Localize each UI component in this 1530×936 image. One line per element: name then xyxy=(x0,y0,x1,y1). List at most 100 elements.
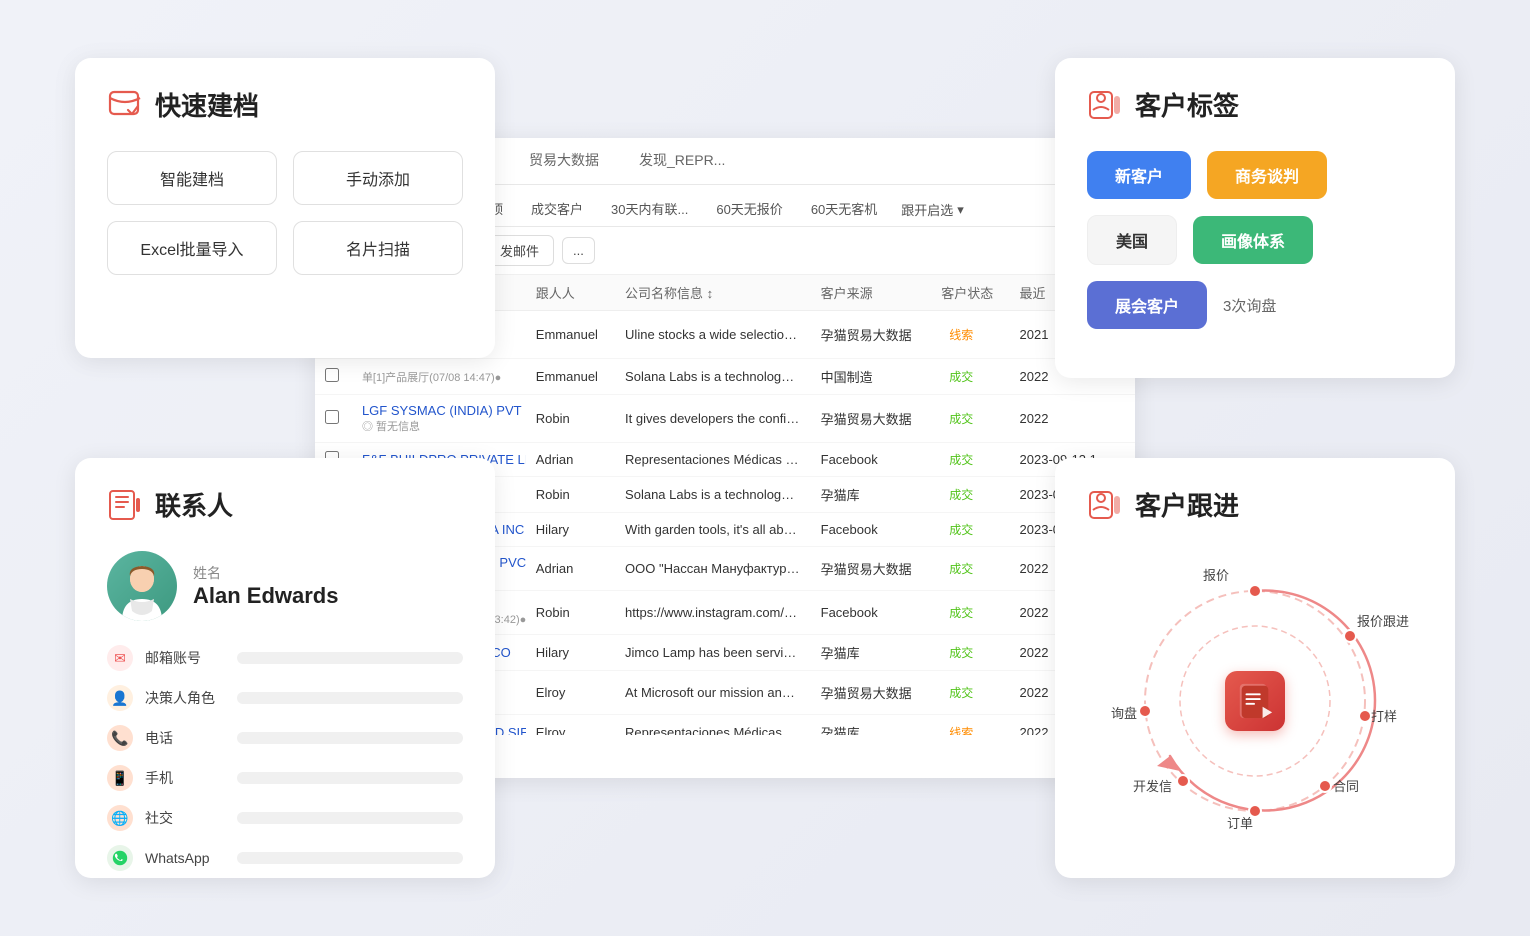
row-status: 线索 xyxy=(931,311,1009,359)
col-desc: 公司名称信息 ↕ xyxy=(615,275,811,311)
field-phone-label: 电话 xyxy=(145,728,225,748)
row-source: Facebook xyxy=(811,513,932,547)
contact-name-label: 姓名 xyxy=(193,563,338,583)
row-desc: With garden tools, it's all about... xyxy=(615,513,811,547)
tag-exhibition-customer[interactable]: 展会客户 xyxy=(1087,281,1207,329)
role-icon: 👤 xyxy=(107,685,133,711)
followup-icon xyxy=(1087,487,1123,523)
row-checkbox[interactable] xyxy=(315,359,352,395)
row-owner: Robin xyxy=(526,477,615,513)
customer-followup-card: 客户跟进 xyxy=(1055,458,1455,878)
col-source: 客户来源 xyxy=(811,275,932,311)
tab-repr[interactable]: 发现_REPR... xyxy=(619,138,745,184)
smart-archive-button[interactable]: 智能建档 xyxy=(107,151,277,205)
row-owner: Adrian xyxy=(526,547,615,591)
row-status: 成交 xyxy=(931,547,1009,591)
tag-business-negotiation[interactable]: 商务谈判 xyxy=(1207,151,1327,199)
tab-trade-data[interactable]: 贸易大数据 xyxy=(509,138,619,184)
label-dingdan: 订单 xyxy=(1227,813,1253,832)
excel-import-button[interactable]: Excel批量导入 xyxy=(107,221,277,275)
followup-circle-area: 报价 报价跟进 打样 合同 订单 开发信 询盘 xyxy=(1087,551,1423,851)
row-status: 成交 xyxy=(931,591,1009,635)
contact-title: 联系人 xyxy=(107,486,463,523)
card-scan-button[interactable]: 名片扫描 xyxy=(293,221,463,275)
quick-archive-title: 快速建档 xyxy=(107,86,463,123)
row-company: LGF SYSMAC (INDIA) PVT LTD ◎ 暂无信息 xyxy=(352,395,526,443)
field-mobile-label: 手机 xyxy=(145,768,225,788)
manual-add-button[interactable]: 手动添加 xyxy=(293,151,463,205)
quick-archive-buttons: 智能建档 手动添加 Excel批量导入 名片扫描 xyxy=(107,151,463,275)
row-source: Facebook xyxy=(811,591,932,635)
field-whatsapp: WhatsApp xyxy=(107,845,463,871)
row-source: 孕猫库 xyxy=(811,715,932,736)
row-desc: https://www.instagram.com/el... xyxy=(615,591,811,635)
subtab-deals[interactable]: 成交客户 xyxy=(517,193,597,226)
table-row[interactable]: 单[1]产品展厅(07/08 14:47)● Emmanuel Solana L… xyxy=(315,359,1135,395)
contact-fields: ✉ 邮箱账号 👤 决策人角色 📞 电话 📱 手机 xyxy=(107,645,463,871)
row-company: 单[1]产品展厅(07/08 14:47)● xyxy=(352,359,526,395)
field-email-value xyxy=(237,652,463,664)
tag-new-customer[interactable]: 新客户 xyxy=(1087,151,1191,199)
row-owner: Elroy xyxy=(526,671,615,715)
field-role: 👤 决策人角色 xyxy=(107,685,463,711)
row-desc: Solana Labs is a technology co... xyxy=(615,477,811,513)
row-checkbox[interactable] xyxy=(315,395,352,443)
field-role-value xyxy=(237,692,463,704)
row-status: 线索 xyxy=(931,715,1009,736)
quick-archive-icon xyxy=(107,87,143,123)
field-email: ✉ 邮箱账号 xyxy=(107,645,463,671)
tags-icon xyxy=(1087,87,1123,123)
contact-name-block: 姓名 Alan Edwards xyxy=(193,563,338,609)
label-hetong: 合同 xyxy=(1333,776,1359,795)
row-source: 孕猫贸易大数据 xyxy=(811,547,932,591)
field-phone: 📞 电话 xyxy=(107,725,463,751)
row-owner: Emmanuel xyxy=(526,359,615,395)
col-status: 客户状态 xyxy=(931,275,1009,311)
contact-card: 联系人 姓名 Alan Edwards xyxy=(75,458,495,878)
row-desc: Solana Labs is a technology co... xyxy=(615,359,811,395)
tag-usa[interactable]: 美国 xyxy=(1087,215,1177,265)
field-phone-value xyxy=(237,732,463,744)
contact-title-text: 联系人 xyxy=(155,486,233,523)
field-whatsapp-label: WhatsApp xyxy=(145,850,225,866)
subtab-60day-nomachine[interactable]: 60天无客机 xyxy=(797,193,891,226)
row-status: 成交 xyxy=(931,359,1009,395)
row-source: 孕猫贸易大数据 xyxy=(811,395,932,443)
tag-buttons: 新客户 商务谈判 美国 画像体系 展会客户 3次询盘 xyxy=(1087,151,1423,329)
row-source: 孕猫贸易大数据 xyxy=(811,671,932,715)
contact-avatar xyxy=(107,551,177,621)
row-owner: Adrian xyxy=(526,443,615,477)
row-owner: Robin xyxy=(526,591,615,635)
toolbar-more-btn[interactable]: ... xyxy=(562,237,595,264)
contact-name: Alan Edwards xyxy=(193,583,338,609)
row-owner: Hilary xyxy=(526,635,615,671)
row-source: 中国制造 xyxy=(811,359,932,395)
subtab-30day[interactable]: 30天内有联... xyxy=(597,193,702,226)
field-email-label: 邮箱账号 xyxy=(145,648,225,668)
customer-tags-card: 客户标签 新客户 商务谈判 美国 画像体系 展会客户 3次询盘 xyxy=(1055,58,1455,378)
label-baojia: 报价 xyxy=(1203,565,1229,584)
toolbar-email-btn[interactable]: 发邮件 xyxy=(485,235,554,266)
row-status: 成交 xyxy=(931,395,1009,443)
field-whatsapp-value xyxy=(237,852,463,864)
row-status: 成交 xyxy=(931,671,1009,715)
row-source: 孕猫库 xyxy=(811,635,932,671)
field-mobile-value xyxy=(237,772,463,784)
followup-title: 客户跟进 xyxy=(1087,486,1423,523)
tag-row-2: 美国 画像体系 xyxy=(1087,215,1423,265)
row-status: 成交 xyxy=(931,513,1009,547)
row-source: Facebook xyxy=(811,443,932,477)
subtab-60day-noquote[interactable]: 60天无报价 xyxy=(702,193,796,226)
phone-icon: 📞 xyxy=(107,725,133,751)
tag-portrait-system[interactable]: 画像体系 xyxy=(1193,216,1313,264)
col-owner: 跟人人 xyxy=(526,275,615,311)
field-mobile: 📱 手机 xyxy=(107,765,463,791)
cards-area: 快速建档 智能建档 手动添加 Excel批量导入 名片扫描 客户管理 找买家 贸… xyxy=(75,58,1455,878)
label-kaifaxin: 开发信 xyxy=(1133,776,1172,795)
table-row[interactable]: LGF SYSMAC (INDIA) PVT LTD ◎ 暂无信息 Robin … xyxy=(315,395,1135,443)
subtab-more[interactable]: 跟开启选 ▾ xyxy=(891,193,974,226)
field-role-label: 决策人角色 xyxy=(145,688,225,708)
page-wrapper: 快速建档 智能建档 手动添加 Excel批量导入 名片扫描 客户管理 找买家 贸… xyxy=(0,0,1530,936)
row-desc: Uline stocks a wide selection of... xyxy=(615,311,811,359)
row-date: 2022 xyxy=(1010,395,1135,443)
